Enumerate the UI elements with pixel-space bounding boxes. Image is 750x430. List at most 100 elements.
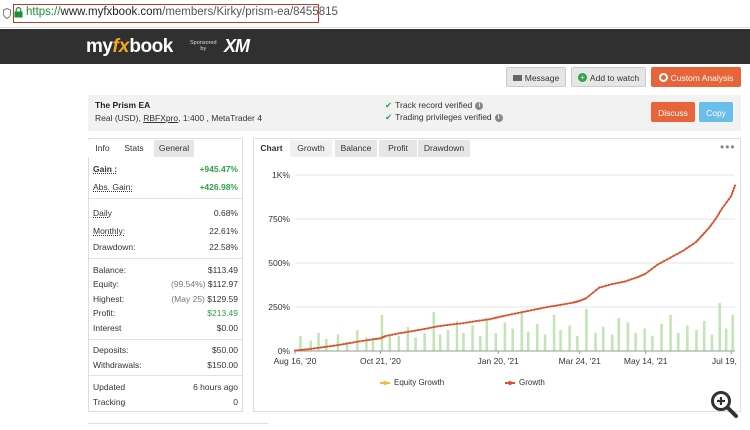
growth-point xyxy=(488,318,491,321)
volume-bar xyxy=(406,327,410,351)
growth-point xyxy=(520,311,523,314)
growth-point xyxy=(675,253,678,256)
growth-point xyxy=(377,337,380,340)
url-input[interactable]: https://www.myfxbook.com/members/Kirky/p… xyxy=(26,6,338,18)
custom-analysis-button[interactable]: Custom Analysis xyxy=(651,67,741,87)
account-details: Real (USD), RBFXpro, 1:400 , MetaTrader … xyxy=(95,113,262,123)
broker-link[interactable]: RBFXpro xyxy=(143,113,178,123)
legend-growth[interactable]: Growth xyxy=(505,378,545,387)
volume-bar xyxy=(356,330,359,351)
growth-point xyxy=(373,338,376,341)
growth-point xyxy=(709,224,712,227)
growth-point xyxy=(465,321,468,324)
growth-point xyxy=(682,249,685,252)
x-tick-label: Oct 21, '20 xyxy=(360,356,401,366)
volume-bar xyxy=(611,334,614,351)
volume-bar xyxy=(643,328,646,351)
growth-point xyxy=(433,325,436,329)
growth-point xyxy=(727,198,730,201)
growth-point xyxy=(623,280,627,283)
tab-profit[interactable]: Profit xyxy=(379,140,417,157)
volume-bar xyxy=(626,322,630,351)
growth-point xyxy=(530,309,533,312)
growth-point xyxy=(688,245,691,248)
zoom-in-icon[interactable] xyxy=(709,389,739,419)
y-tick-label: 1K% xyxy=(272,170,290,180)
sponsored-by-label: Sponsored by xyxy=(190,40,217,52)
x-tick-label: May 14, '21 xyxy=(624,356,668,366)
discuss-button[interactable]: Discuss xyxy=(651,102,695,122)
volume-bar xyxy=(651,336,654,351)
growth-point xyxy=(536,307,539,311)
y-tick-label: 250% xyxy=(268,302,290,312)
volume-bar xyxy=(568,325,571,351)
tab-drawdown[interactable]: Drawdown xyxy=(418,140,470,157)
copy-button[interactable]: Copy xyxy=(699,102,733,122)
growth-point xyxy=(371,338,374,341)
volume-bar xyxy=(371,339,375,351)
volume-bar xyxy=(455,321,459,351)
message-button[interactable]: Message xyxy=(506,67,566,87)
account-name: The Prism EA xyxy=(95,100,151,110)
growth-point xyxy=(468,321,471,324)
url-host: www.myfxbook.com xyxy=(60,6,163,18)
growth-point xyxy=(494,316,498,319)
tab-chart[interactable]: Chart xyxy=(255,140,288,157)
growth-point xyxy=(507,313,510,317)
legend-line-icon xyxy=(505,380,515,385)
growth-point xyxy=(719,209,722,213)
growth-point xyxy=(533,308,536,311)
tab-growth[interactable]: Growth xyxy=(290,140,332,157)
volume-bar xyxy=(677,333,680,351)
growth-point xyxy=(348,341,352,345)
growth-point xyxy=(397,332,400,335)
volume-bar xyxy=(559,330,562,351)
shield-icon xyxy=(3,8,11,19)
tab-info[interactable]: Info xyxy=(88,140,117,157)
stat-gain: Gain : +945.47% xyxy=(93,164,238,174)
growth-point xyxy=(562,303,565,306)
add-to-watch-button[interactable]: + Add to watch xyxy=(571,67,646,87)
growth-point xyxy=(384,334,387,338)
tab-balance[interactable]: Balance xyxy=(335,140,377,157)
info-icon[interactable]: i xyxy=(494,113,503,122)
growth-point xyxy=(539,307,542,310)
tab-stats[interactable]: Stats xyxy=(119,140,149,157)
growth-point xyxy=(546,305,549,309)
growth-point xyxy=(549,305,552,308)
info-icon[interactable]: i xyxy=(475,101,484,110)
growth-chart[interactable]: 0% 250% 500% 750% 1K% Aug 16, '20 Oct 21, '20 J… xyxy=(255,160,739,390)
growth-point xyxy=(565,302,568,305)
growth-point xyxy=(698,237,701,240)
growth-point xyxy=(617,281,620,284)
volume-bar xyxy=(462,333,465,351)
growth-point xyxy=(720,207,724,210)
growth-point xyxy=(591,291,594,295)
more-options-icon[interactable]: ••• xyxy=(720,140,736,154)
growth-point xyxy=(638,275,641,278)
growth-point xyxy=(394,332,397,336)
legend-equity-growth[interactable]: Equity Growth xyxy=(380,378,444,387)
xm-sponsor-logo[interactable]: XM xyxy=(224,36,250,57)
growth-point xyxy=(607,283,610,287)
volume-bar xyxy=(731,315,734,351)
stat-highest: Highest: (May 25) $129.59 xyxy=(93,294,238,304)
volume-bar xyxy=(552,315,556,351)
growth-point xyxy=(452,323,455,326)
growth-point xyxy=(484,318,487,321)
growth-point xyxy=(711,222,714,225)
growth-point xyxy=(604,284,607,287)
divider xyxy=(89,258,242,259)
growth-point xyxy=(390,333,394,336)
volume-bar xyxy=(536,324,539,351)
myfxbook-logo[interactable]: myfxbook xyxy=(86,36,173,58)
volume-bar xyxy=(724,328,728,351)
volume-bar xyxy=(479,336,482,351)
tab-general[interactable]: General xyxy=(154,140,194,157)
volume-bar xyxy=(380,315,384,351)
growth-point xyxy=(310,347,313,350)
growth-point xyxy=(706,228,709,231)
volume-bar xyxy=(686,325,689,351)
volume-bar xyxy=(695,330,698,351)
volume-bar xyxy=(432,312,435,351)
